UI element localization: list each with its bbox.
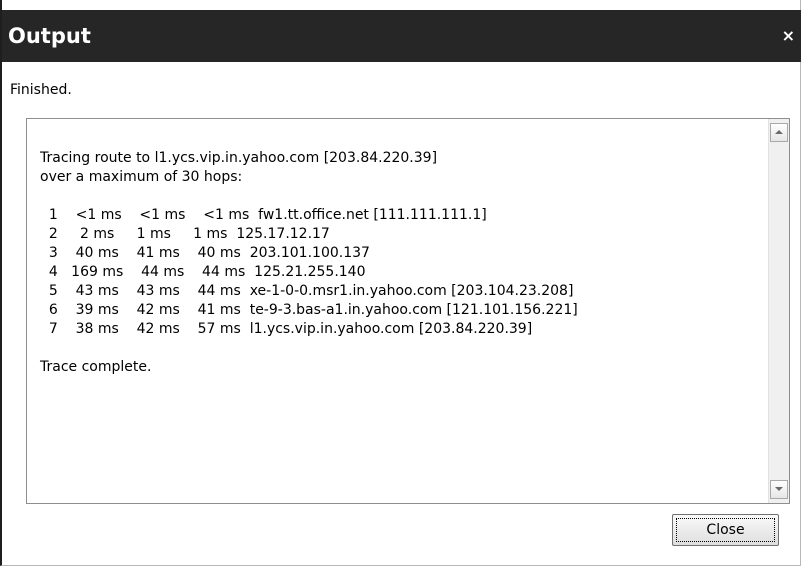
dialog-title: Output — [8, 24, 91, 48]
scroll-up-arrow-icon — [775, 130, 783, 134]
scroll-up-button[interactable] — [770, 123, 788, 142]
title-bar[interactable]: Output × — [2, 10, 801, 62]
traceroute-output: Tracing route to l1.ycs.vip.in.yahoo.com… — [40, 150, 578, 375]
close-button[interactable]: Close — [672, 514, 779, 546]
close-icon[interactable]: × — [782, 10, 795, 62]
vertical-scrollbar[interactable] — [768, 119, 789, 503]
scroll-down-button[interactable] — [770, 480, 788, 499]
output-textarea[interactable]: Tracing route to l1.ycs.vip.in.yahoo.com… — [26, 118, 790, 504]
scroll-down-arrow-icon — [775, 487, 783, 491]
status-text: Finished. — [10, 82, 72, 98]
output-dialog: Output × Finished. Tracing route to l1.y… — [0, 0, 801, 566]
close-button-label: Close — [706, 522, 745, 538]
